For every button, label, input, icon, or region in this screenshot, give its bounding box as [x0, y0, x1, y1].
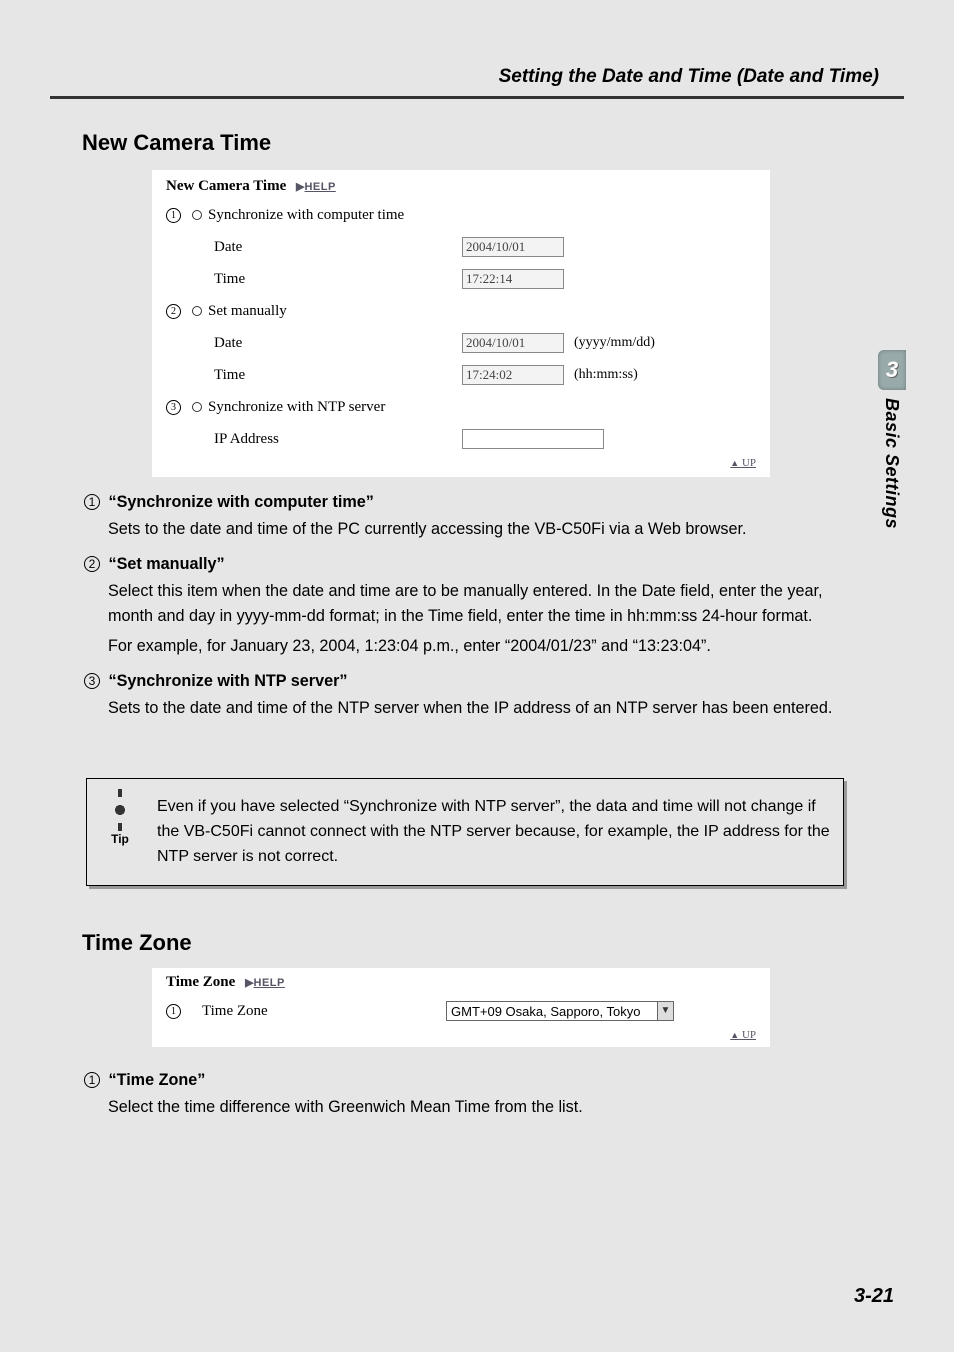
item-title: “Time Zone” — [109, 1071, 206, 1089]
hint-date-format: (yyyy/mm/dd) — [574, 335, 655, 351]
option-label: Set manually — [208, 303, 456, 320]
circled-1-icon: 1 — [84, 494, 100, 510]
help-link[interactable]: HELP — [304, 181, 335, 193]
row-manual-time: Time (hh:mm:ss) — [166, 361, 756, 389]
label-date: Date — [192, 239, 462, 256]
page: Setting the Date and Time (Date and Time… — [0, 0, 954, 1352]
item-desc: Select this item when the date and time … — [84, 579, 852, 629]
input-manual-time[interactable] — [462, 365, 564, 385]
help-link[interactable]: HELP — [254, 977, 285, 989]
item-3: 3 “Synchronize with NTP server” Sets to … — [84, 669, 852, 721]
option-label: Synchronize with NTP server — [208, 399, 456, 416]
up-link[interactable]: ▲ UP — [166, 1029, 756, 1041]
screenshot-new-camera-time: New Camera Time ▶HELP 1 Synchronize with… — [152, 170, 770, 477]
description-list-1: 1 “Synchronize with computer time” Sets … — [84, 490, 852, 731]
select-value: GMT+09 Osaka, Sapporo, Tokyo — [447, 1004, 657, 1019]
item-title: “Synchronize with computer time” — [109, 493, 374, 511]
panel-title: Time Zone ▶HELP — [166, 974, 756, 991]
annotation-1: 1 — [166, 207, 192, 223]
help-arrow-icon: ▶ — [245, 977, 253, 989]
tip-icon-block: Tip — [97, 793, 143, 852]
input-sync-time[interactable] — [462, 269, 564, 289]
item-desc: Select the time difference with Greenwic… — [84, 1095, 852, 1120]
hint-time-format: (hh:mm:ss) — [574, 367, 638, 383]
select-timezone[interactable]: GMT+09 Osaka, Sapporo, Tokyo ▼ — [446, 1001, 674, 1021]
label-date: Date — [192, 335, 462, 352]
label-time: Time — [192, 271, 462, 288]
annotation-3: 3 — [166, 399, 192, 415]
label-time: Time — [192, 367, 462, 384]
chapter-tab: 3 — [878, 350, 906, 390]
input-manual-date[interactable] — [462, 333, 564, 353]
radio-sync-ntp[interactable] — [192, 402, 202, 412]
item-1: 1 “Time Zone” Select the time difference… — [84, 1068, 852, 1120]
input-sync-date[interactable] — [462, 237, 564, 257]
item-2: 2 “Set manually” Select this item when t… — [84, 552, 852, 658]
row-manual-date: Date (yyyy/mm/dd) — [166, 329, 756, 357]
up-label: UP — [742, 457, 756, 469]
tip-text: Even if you have selected “Synchronize w… — [157, 798, 830, 865]
tip-label: Tip — [111, 832, 129, 846]
item-desc: For example, for January 23, 2004, 1:23:… — [84, 634, 852, 659]
tip-box: Tip Even if you have selected “Synchroni… — [86, 778, 844, 886]
page-number: 3-21 — [854, 1285, 894, 1308]
circled-2-icon: 2 — [84, 556, 100, 572]
option-label: Synchronize with computer time — [208, 207, 456, 224]
item-desc: Sets to the date and time of the NTP ser… — [84, 696, 852, 721]
bulb-icon — [103, 793, 137, 827]
label-ip-address: IP Address — [192, 431, 462, 448]
option-sync-ntp: 3 Synchronize with NTP server — [166, 393, 756, 421]
header-rule — [50, 96, 904, 99]
row-timezone: 1 Time Zone GMT+09 Osaka, Sapporo, Tokyo… — [166, 997, 756, 1025]
label-timezone: Time Zone — [192, 1003, 446, 1020]
up-link[interactable]: ▲ UP — [166, 457, 756, 469]
circled-1-icon: 1 — [84, 1072, 100, 1088]
row-sync-time: Time — [166, 265, 756, 293]
circled-3-icon: 3 — [84, 673, 100, 689]
panel-title-text: New Camera Time — [166, 178, 286, 194]
radio-set-manually[interactable] — [192, 306, 202, 316]
screenshot-time-zone: Time Zone ▶HELP 1 Time Zone GMT+09 Osaka… — [152, 968, 770, 1047]
radio-sync-computer[interactable] — [192, 210, 202, 220]
row-sync-date: Date — [166, 233, 756, 261]
up-label: UP — [742, 1029, 756, 1041]
description-list-2: 1 “Time Zone” Select the time difference… — [84, 1068, 852, 1130]
chevron-down-icon: ▼ — [657, 1002, 673, 1020]
section-title-time-zone: Time Zone — [82, 930, 192, 956]
annotation-1: 1 — [166, 1003, 192, 1019]
up-arrow-icon: ▲ — [730, 1030, 739, 1040]
row-ntp-ip: IP Address — [166, 425, 756, 453]
item-desc: Sets to the date and time of the PC curr… — [84, 517, 852, 542]
up-arrow-icon: ▲ — [730, 458, 739, 468]
running-header: Setting the Date and Time (Date and Time… — [499, 66, 879, 88]
item-title: “Set manually” — [109, 555, 225, 573]
option-set-manually: 2 Set manually — [166, 297, 756, 325]
annotation-2: 2 — [166, 303, 192, 319]
panel-title-text: Time Zone — [166, 974, 235, 990]
item-1: 1 “Synchronize with computer time” Sets … — [84, 490, 852, 542]
input-ip-address[interactable] — [462, 429, 604, 449]
option-sync-computer: 1 Synchronize with computer time — [166, 201, 756, 229]
panel-title: New Camera Time ▶HELP — [166, 178, 756, 195]
section-title-new-camera-time: New Camera Time — [82, 130, 271, 156]
item-title: “Synchronize with NTP server” — [109, 672, 348, 690]
chapter-title-vertical: Basic Settings — [881, 398, 902, 529]
